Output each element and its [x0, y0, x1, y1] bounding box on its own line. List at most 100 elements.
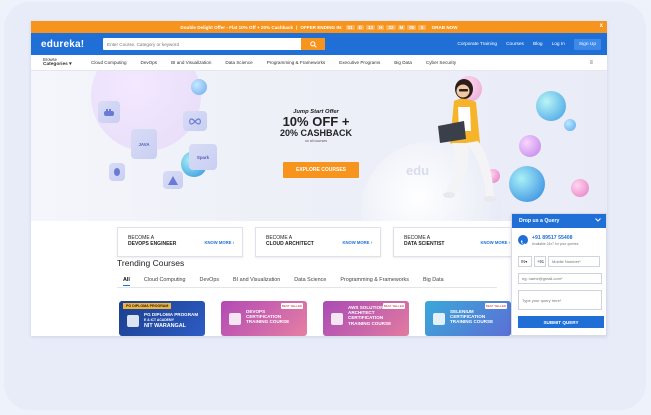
bubble-decoration — [564, 119, 576, 131]
phone-icon — [518, 235, 528, 246]
country-code: IN — [521, 259, 526, 264]
bubble-decoration — [536, 91, 566, 121]
category-cyber-security[interactable]: Cyber Security — [426, 60, 456, 65]
course-line: PG DIPLOMA PROGRAM — [144, 312, 199, 317]
query-input[interactable] — [518, 290, 602, 310]
category-devops[interactable]: DevOps — [141, 60, 158, 65]
search-bar — [103, 38, 325, 50]
course-card-selenium[interactable]: BEST SELLER SELENIUM CERTIFICATION TRAIN… — [425, 301, 511, 336]
promo-text: Double Delight Offer - Flat 10% Off + 20… — [180, 24, 294, 30]
career-card-text: BECOME A DATA SCIENTIST — [404, 235, 444, 247]
career-card-title: DATA SCIENTIST — [404, 241, 445, 247]
career-card-devops[interactable]: BECOME A DEVOPS ENGINEER KNOW MORE › — [117, 227, 243, 257]
search-button[interactable] — [301, 38, 325, 50]
course-badge-icon — [433, 313, 445, 325]
phone-contact[interactable]: +91 89517 55408 Available 24x7 for your … — [518, 234, 602, 248]
course-ribbon: PG DIPLOMA PROGRAM — [123, 303, 172, 309]
countdown-hours: 13 — [365, 24, 376, 30]
tech-tile-docker — [98, 101, 120, 123]
category-big-data[interactable]: Big Data — [394, 60, 412, 65]
close-icon[interactable]: x — [600, 23, 603, 29]
tab-bi-visualization[interactable]: BI and Visualization — [233, 277, 280, 286]
know-more-link[interactable]: KNOW MORE › — [342, 240, 372, 245]
login-link[interactable]: Log In — [552, 42, 565, 47]
drop-query-widget: Drop us a Query +91 89517 55408 Availabl… — [511, 213, 607, 336]
course-line: E & ICT ACADEMY — [144, 318, 175, 323]
header-links: Corporate Training Courses Blog Log In S… — [457, 33, 601, 55]
tabs-divider — [117, 287, 497, 288]
promo-offer-ending: OFFER ENDING IN: — [300, 24, 343, 30]
corporate-training-link[interactable]: Corporate Training — [457, 42, 497, 47]
menu-icon[interactable]: ≡ — [589, 60, 593, 66]
tech-tile-lizard — [109, 163, 125, 181]
bubble-decoration — [509, 166, 545, 202]
drop-query-header[interactable]: Drop us a Query — [512, 214, 606, 228]
course-line: NIT WARANGAL — [144, 323, 186, 330]
main-header: edureka! Corporate Training Courses Blog… — [31, 33, 607, 55]
infinity-icon — [189, 117, 201, 125]
tech-tile-java: JAVA — [131, 129, 157, 159]
career-card-text: BECOME A DEVOPS ENGINEER — [128, 235, 176, 247]
search-input[interactable] — [103, 41, 299, 47]
know-more-link[interactable]: KNOW MORE › — [204, 240, 234, 245]
promo-countdown: 01 D 13 H 32 M 05 S — [345, 24, 426, 30]
career-card-cloud[interactable]: BECOME A CLOUD ARCHITECT KNOW MORE › — [255, 227, 381, 257]
course-badge-icon — [127, 315, 139, 327]
course-card-pg-diploma[interactable]: PG DIPLOMA PROGRAM PG DIPLOMA PROGRAM E … — [119, 301, 205, 336]
tab-programming[interactable]: Programming & Frameworks — [340, 277, 409, 286]
course-badge-icon — [229, 313, 241, 325]
know-more-label: KNOW MORE — [342, 240, 370, 245]
mobile-row: IN ▾ +91 — [518, 256, 604, 267]
course-title: DEVOPS CERTIFICATION TRAINING COURSE — [246, 309, 289, 325]
promo-bar[interactable]: Double Delight Offer - Flat 10% Off + 20… — [31, 21, 607, 33]
career-card-data-science[interactable]: BECOME A DATA SCIENTIST KNOW MORE › — [393, 227, 519, 257]
tab-cloud-computing[interactable]: Cloud Computing — [144, 277, 186, 286]
bubble-decoration — [191, 79, 207, 95]
tab-all[interactable]: All — [123, 277, 130, 286]
countdown-seconds: 05 — [407, 24, 417, 30]
know-more-label: KNOW MORE — [480, 240, 508, 245]
chevron-down-icon[interactable] — [595, 218, 601, 224]
blog-link[interactable]: Blog — [533, 42, 543, 47]
tab-data-science[interactable]: Data Science — [294, 277, 326, 286]
category-data-science[interactable]: Data Science — [225, 60, 252, 65]
offer-cashback: 20% CASHBACK — [279, 128, 352, 138]
tech-tile-spark: Spark — [189, 144, 217, 170]
browse-categories-dropdown[interactable]: Browse Categories ▾ — [43, 57, 91, 67]
course-card-aws[interactable]: BEST SELLER AWS SOLUTION ARCHITECT CERTI… — [323, 301, 409, 336]
phone-glyph — [521, 240, 526, 246]
grab-now-link[interactable]: GRAB NOW — [432, 25, 458, 30]
explore-courses-button[interactable]: EXPLORE COURSES — [283, 162, 359, 178]
categories-label: Categories — [43, 61, 68, 67]
mobile-number-input[interactable] — [548, 256, 600, 267]
category-nav: Browse Categories ▾ Cloud Computing DevO… — [31, 55, 607, 71]
offer-subtext: on all courses — [304, 139, 328, 143]
category-programming[interactable]: Programming & Frameworks — [267, 60, 325, 65]
submit-query-button[interactable]: SUBMIT QUERY — [518, 316, 604, 328]
countdown-hours-unit: H — [377, 24, 385, 30]
category-items: Cloud Computing DevOps BI and Visualizat… — [91, 60, 456, 65]
chevron-glyph — [595, 218, 601, 222]
edureka-logo[interactable]: edureka! — [41, 39, 96, 50]
category-bi-visualization[interactable]: BI and Visualization — [171, 60, 211, 65]
countdown-days: 01 — [345, 24, 355, 30]
category-cloud-computing[interactable]: Cloud Computing — [91, 60, 127, 65]
signup-button[interactable]: Sign Up — [573, 38, 601, 50]
courses-link[interactable]: Courses — [506, 42, 524, 47]
know-more-link[interactable]: KNOW MORE › — [480, 240, 510, 245]
country-select[interactable]: IN ▾ — [518, 256, 532, 267]
category-executive-programs[interactable]: Executive Programs — [339, 60, 380, 65]
career-card-title: CLOUD ARCHITECT — [266, 241, 314, 247]
tech-tile-infinity — [183, 111, 207, 131]
course-card-devops[interactable]: BEST SELLER DEVOPS CERTIFICATION TRAININ… — [221, 301, 307, 336]
email-input[interactable] — [518, 273, 602, 284]
career-card-text: BECOME A CLOUD ARCHITECT — [266, 235, 314, 247]
countdown-seconds-unit: S — [418, 24, 426, 30]
dial-code: +91 — [534, 256, 546, 267]
search-icon — [309, 40, 317, 48]
countdown-minutes-unit: M — [397, 24, 406, 30]
bubble-decoration — [519, 135, 541, 157]
promo-separator: | — [296, 24, 298, 30]
tab-big-data[interactable]: Big Data — [423, 277, 444, 286]
tab-devops[interactable]: DevOps — [200, 277, 219, 286]
